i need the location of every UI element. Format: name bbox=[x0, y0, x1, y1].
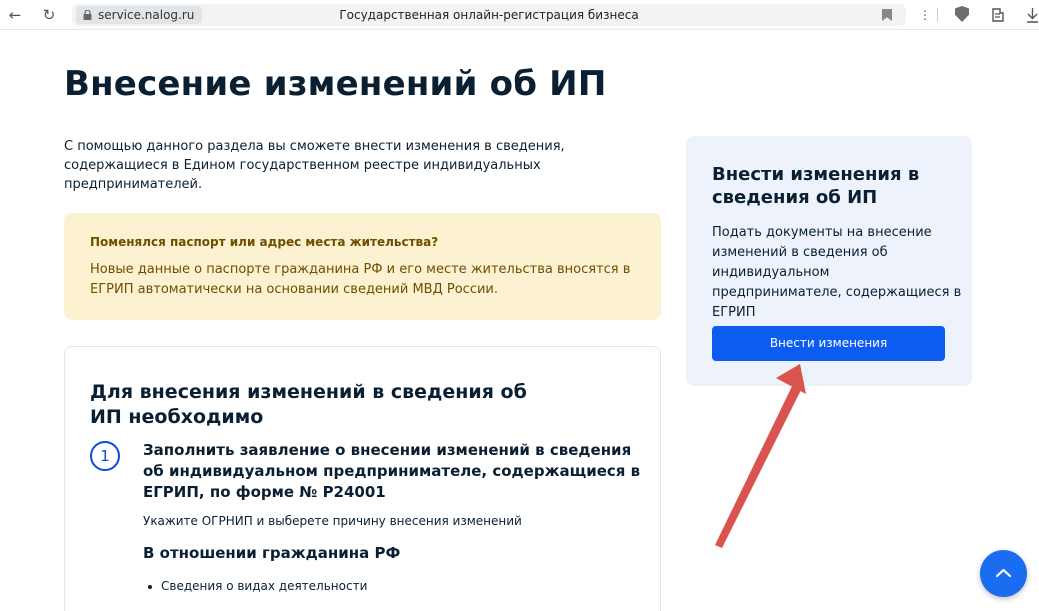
notice-heading: Поменялся паспорт или адрес места житель… bbox=[90, 235, 439, 249]
toolbar-divider bbox=[937, 8, 938, 22]
steps-heading: Для внесения изменений в сведения об ИП … bbox=[90, 381, 527, 428]
page-title: Внесение изменений об ИП bbox=[64, 64, 607, 104]
step-title: Заполнить заявление о внесении изменений… bbox=[143, 441, 641, 501]
menu-dots-icon[interactable]: ⋮ bbox=[919, 6, 931, 24]
step-number: 1 bbox=[90, 441, 120, 471]
make-changes-button[interactable]: Внести изменения bbox=[712, 326, 945, 361]
chevron-up-icon bbox=[995, 568, 1012, 578]
list-item: Сведения о видах деятельности bbox=[147, 579, 368, 593]
side-heading: Внести изменения в сведения об ИП bbox=[712, 164, 920, 208]
tab-title: Государственная онлайн-регистрация бизне… bbox=[339, 8, 639, 22]
notice-text: Новые данные о паспорте гражданина РФ и … bbox=[90, 262, 631, 297]
back-icon[interactable]: ← bbox=[4, 4, 26, 26]
page-intro: С помощью данного раздела вы сможете вне… bbox=[64, 139, 565, 192]
citizen-subheading: В отношении гражданина РФ bbox=[143, 544, 401, 562]
shield-icon[interactable] bbox=[955, 6, 969, 22]
step-text: Укажите ОГРНИП и выберете причину внесен… bbox=[143, 514, 522, 528]
browser-toolbar: ← ↻ service.nalog.ru Государственная онл… bbox=[0, 0, 1039, 30]
extension-icon[interactable] bbox=[990, 7, 1006, 23]
download-icon[interactable] bbox=[1026, 7, 1039, 23]
side-text: Подать документы на внесение изменений в… bbox=[712, 225, 962, 320]
reload-icon[interactable]: ↻ bbox=[38, 4, 60, 26]
scroll-top-button[interactable] bbox=[980, 550, 1027, 597]
side-panel: Внести изменения в сведения об ИП Подать… bbox=[686, 136, 972, 386]
info-notice: Поменялся паспорт или адрес места житель… bbox=[64, 213, 661, 320]
steps-card: Для внесения изменений в сведения об ИП … bbox=[64, 346, 661, 611]
address-bar[interactable]: service.nalog.ru Государственная онлайн-… bbox=[72, 4, 906, 26]
